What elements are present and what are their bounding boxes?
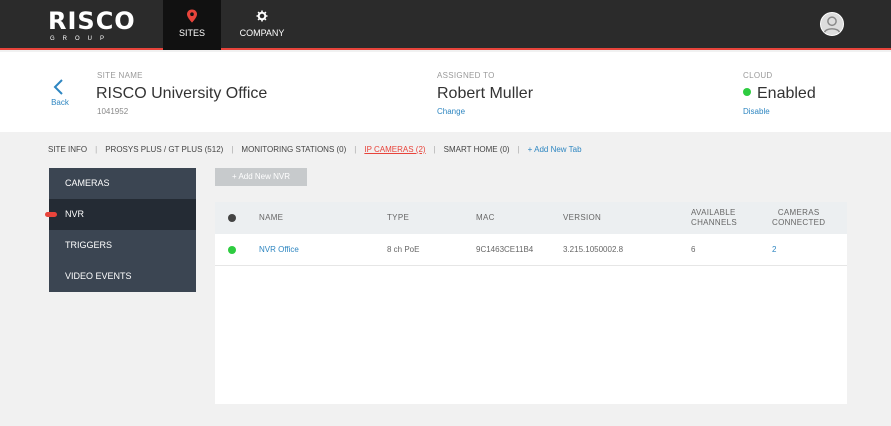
nav-sites-label: SITES — [178, 28, 205, 38]
nvr-name-link[interactable]: NVR Office — [259, 234, 299, 266]
ip-cameras-menu: CAMERAS NVR TRIGGERS VIDEO EVENTS — [45, 168, 196, 292]
active-marker — [45, 212, 57, 217]
gear-icon — [256, 10, 268, 22]
nvr-table: NAME TYPE MAC VERSION AVAILABLE CHANNELS… — [215, 202, 847, 404]
nav-sites[interactable]: SITES — [163, 0, 221, 50]
location-pin-icon — [187, 9, 197, 23]
nvr-mac: 9C1463CE11B4 — [476, 245, 534, 254]
tab-separator: | — [517, 145, 520, 154]
menu-item-nvr-label: NVR — [65, 209, 85, 219]
online-status-dot — [228, 246, 236, 254]
column-header-type[interactable]: TYPE — [387, 213, 409, 223]
cloud-status-text: Enabled — [757, 85, 816, 102]
menu-item-nvr[interactable]: NVR — [45, 199, 196, 230]
logo-text: RISCO — [48, 7, 136, 35]
tab-ip-cameras[interactable]: IP CAMERAS (2) — [364, 145, 425, 154]
risco-logo[interactable]: RISCO GROUP — [48, 8, 135, 44]
connected-line2: CONNECTED — [772, 218, 826, 227]
tab-separator: | — [433, 145, 436, 154]
add-new-tab-link[interactable]: + Add New Tab — [528, 145, 582, 154]
tab-separator: | — [354, 145, 357, 154]
cloud-status-dot — [743, 88, 751, 96]
nav-company[interactable]: COMPANY — [232, 0, 292, 50]
nav-company-label: COMPANY — [239, 28, 285, 38]
top-bar: RISCO GROUP SITES COMPANY — [0, 0, 891, 50]
disable-cloud-link[interactable]: Disable — [743, 107, 770, 116]
menu-item-triggers[interactable]: TRIGGERS — [49, 230, 196, 261]
nvr-version: 3.215.1050002.8 — [563, 245, 624, 254]
column-header-version[interactable]: VERSION — [563, 213, 601, 223]
column-header-available-channels[interactable]: AVAILABLE CHANNELS — [691, 208, 737, 228]
nvr-available-channels: 6 — [691, 245, 696, 254]
assigned-to-label: ASSIGNED TO — [437, 71, 495, 80]
site-name-label: SITE NAME — [97, 71, 143, 80]
change-assignee-link[interactable]: Change — [437, 107, 465, 116]
cloud-label: CLOUD — [743, 71, 773, 80]
table-header: NAME TYPE MAC VERSION AVAILABLE CHANNELS… — [215, 202, 847, 234]
back-label: Back — [51, 98, 69, 107]
tab-prosys-plus[interactable]: PROSYS PLUS / GT PLUS (512) — [105, 145, 223, 154]
table-row[interactable]: NVR Office 8 ch PoE 9C1463CE11B4 3.215.1… — [215, 234, 847, 266]
available-line1: AVAILABLE — [691, 208, 736, 217]
tab-separator: | — [231, 145, 234, 154]
assigned-to-value: Robert Muller — [437, 85, 534, 102]
tab-site-info[interactable]: SITE INFO — [48, 145, 87, 154]
column-header-name[interactable]: NAME — [259, 213, 283, 223]
user-icon — [823, 16, 841, 33]
add-new-nvr-button[interactable]: + Add New NVR — [215, 168, 307, 186]
logo-subtext: GROUP — [50, 36, 113, 42]
site-header: Back SITE NAME RISCO University Office 1… — [0, 52, 891, 132]
user-avatar[interactable] — [820, 12, 844, 36]
nvr-cameras-connected-link[interactable]: 2 — [772, 234, 776, 266]
status-column-icon — [228, 214, 236, 222]
chevron-left-icon — [53, 79, 63, 95]
tab-smart-home[interactable]: SMART HOME (0) — [444, 145, 510, 154]
column-header-mac[interactable]: MAC — [476, 213, 495, 223]
site-name: RISCO University Office — [96, 85, 268, 102]
connected-line1: CAMERAS — [777, 208, 820, 217]
menu-item-cameras[interactable]: CAMERAS — [49, 168, 196, 199]
back-button[interactable]: Back — [48, 78, 72, 107]
column-header-cameras-connected[interactable]: CAMERAS CONNECTED — [772, 208, 825, 228]
site-tabs: SITE INFO | PROSYS PLUS / GT PLUS (512) | MO… — [48, 145, 582, 159]
tab-separator: | — [95, 145, 98, 154]
site-id: 1041952 — [97, 107, 129, 116]
menu-item-video-events[interactable]: VIDEO EVENTS — [49, 261, 196, 292]
cloud-status: Enabled — [743, 85, 816, 103]
nvr-type: 8 ch PoE — [387, 245, 420, 254]
tab-monitoring-stations[interactable]: MONITORING STATIONS (0) — [241, 145, 346, 154]
available-line2: CHANNELS — [691, 218, 737, 227]
